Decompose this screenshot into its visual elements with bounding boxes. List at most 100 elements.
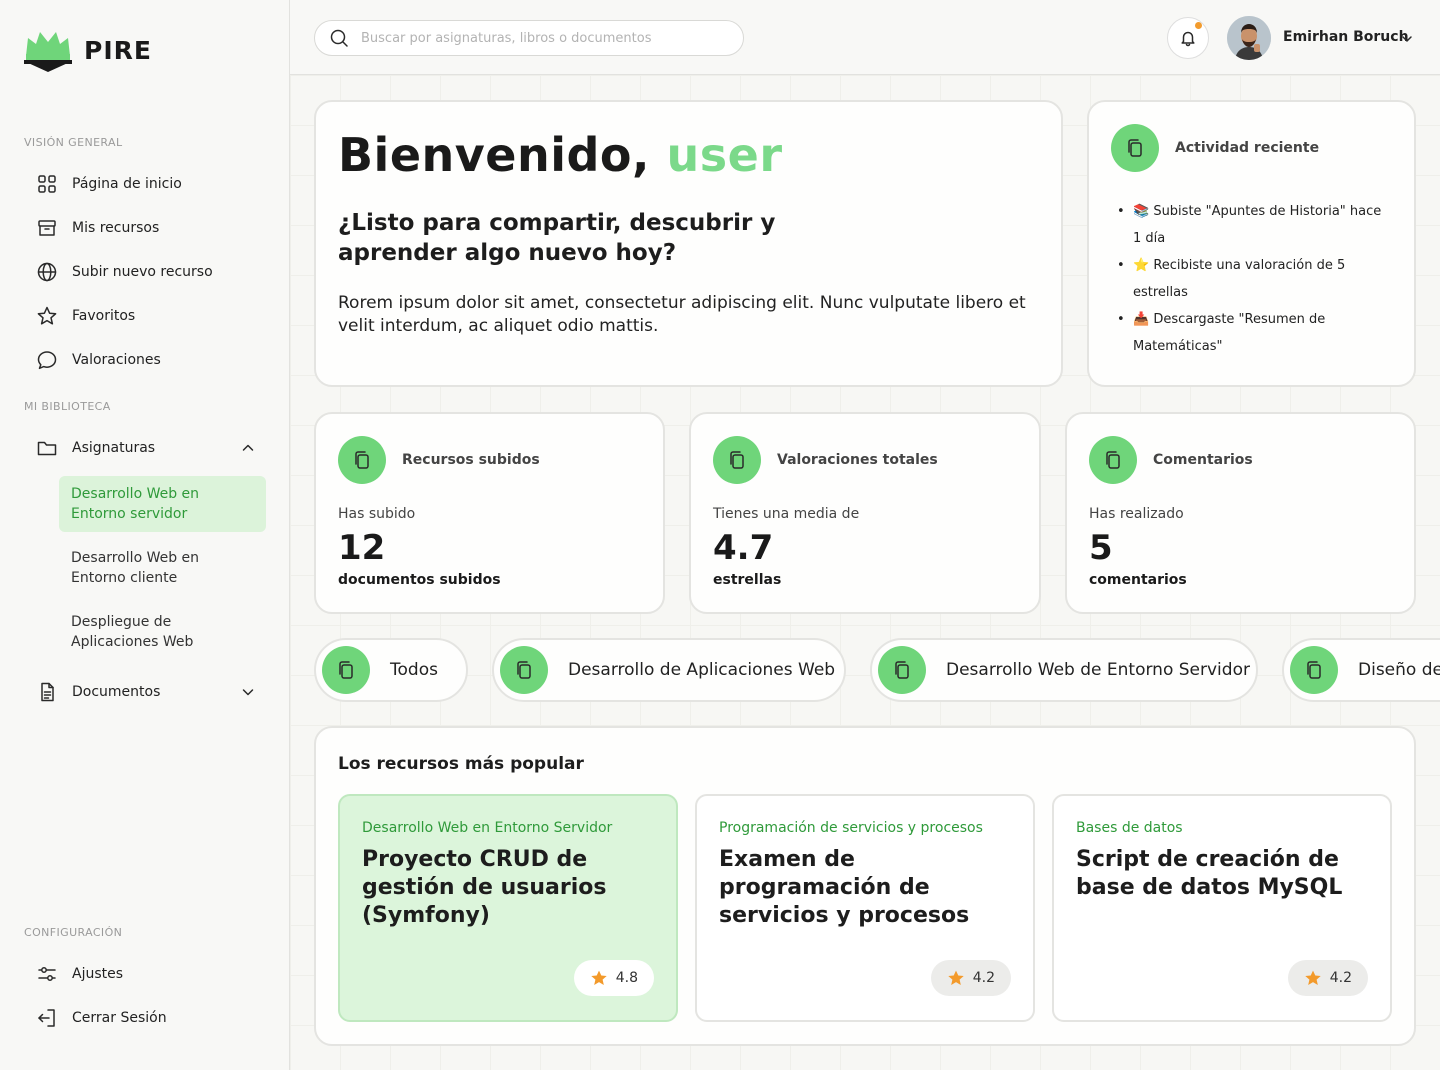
rating-value: 4.2 xyxy=(1329,970,1352,986)
resource-card[interactable]: Programación de servicios y procesos Exa… xyxy=(695,794,1035,1022)
filter-pill-dwes[interactable]: Desarrollo Web de Entorno Servidor xyxy=(870,638,1258,702)
pill-label: Diseño de xyxy=(1358,660,1440,680)
section-overview-title: VISIÓN GENERAL xyxy=(24,136,123,149)
resource-title: Script de creación de base de datos MySQ… xyxy=(1076,847,1343,900)
document-icon xyxy=(41,682,54,702)
rating-badge: 4.2 xyxy=(1287,960,1368,996)
sidebar-item-home[interactable]: Página de inicio xyxy=(36,172,182,196)
stat-icon-circle xyxy=(1089,436,1137,484)
copy-icon xyxy=(1106,451,1120,469)
popular-resources-panel: Los recursos más popular Desarrollo Web … xyxy=(314,726,1416,1046)
pill-icon-circle xyxy=(1290,646,1338,694)
subject-item-client[interactable]: Desarrollo Web en Entorno cliente xyxy=(59,540,266,596)
sidebar-item-label: Documentos xyxy=(72,684,161,700)
sidebar-item-my-resources[interactable]: Mis recursos xyxy=(36,216,159,240)
filter-pill-daw[interactable]: Desarrollo de Aplicaciones Web xyxy=(492,638,846,702)
notification-dot xyxy=(1195,22,1202,29)
sidebar-item-settings[interactable]: Ajustes xyxy=(36,962,123,986)
logo[interactable]: PIRE xyxy=(24,28,152,72)
sidebar-item-label: Asignaturas xyxy=(72,440,156,456)
subject-item-deploy[interactable]: Despliegue de Aplicaciones Web xyxy=(59,604,266,660)
filter-pill-all[interactable]: Todos xyxy=(314,638,468,702)
resource-title: Proyecto CRUD de gestión de usuarios (Sy… xyxy=(362,847,607,928)
stat-value: 5 xyxy=(1089,528,1113,568)
stat-title: Comentarios xyxy=(1153,452,1253,468)
sidebar-item-upload[interactable]: Subir nuevo recurso xyxy=(36,260,213,284)
stat-card-uploads: Recursos subidos Has subido 12 documento… xyxy=(314,412,665,614)
stat-title: Recursos subidos xyxy=(402,452,540,468)
sidebar-item-label: Subir nuevo recurso xyxy=(72,264,213,280)
welcome-heading: Bienvenido, user xyxy=(338,128,783,182)
star-filled-icon xyxy=(948,970,964,985)
sidebar-item-label: Favoritos xyxy=(72,308,136,324)
chevron-down-icon[interactable] xyxy=(240,684,256,700)
activity-list: 📚 Subiste "Apuntes de Historia" hace 1 d… xyxy=(1117,198,1387,360)
welcome-username: user xyxy=(666,128,783,182)
copy-icon xyxy=(339,661,353,679)
sidebar-item-favorites[interactable]: Favoritos xyxy=(36,304,135,328)
sidebar: PIRE VISIÓN GENERAL Página de inicio Mis… xyxy=(0,0,290,1070)
search-placeholder: Buscar por asignaturas, libros o documen… xyxy=(361,30,652,46)
stat-unit: comentarios xyxy=(1089,572,1187,588)
activity-icon-circle xyxy=(1111,124,1159,172)
stat-header: Comentarios xyxy=(1089,436,1253,484)
activity-item: 📥 Descargaste "Resumen de Matemáticas" xyxy=(1117,306,1387,360)
stat-header: Recursos subidos xyxy=(338,436,540,484)
avatar[interactable] xyxy=(1227,16,1271,60)
activity-card: Actividad reciente 📚 Subiste "Apuntes de… xyxy=(1087,100,1416,387)
activity-item: ⭐ Recibiste una valoración de 5 estrella… xyxy=(1117,252,1387,306)
stat-icon-circle xyxy=(338,436,386,484)
stat-value: 4.7 xyxy=(713,528,774,568)
sidebar-item-documents[interactable]: Documentos xyxy=(36,680,256,704)
sidebar-item-label: Cerrar Sesión xyxy=(72,1010,167,1026)
sliders-icon xyxy=(38,967,56,981)
resource-title: Examen de programación de servicios y pr… xyxy=(719,847,970,928)
resource-card[interactable]: Bases de datos Script de creación de bas… xyxy=(1052,794,1392,1022)
resource-category: Desarrollo Web en Entorno Servidor xyxy=(362,820,613,836)
subject-item-server[interactable]: Desarrollo Web en Entorno servidor xyxy=(59,476,266,532)
rating-value: 4.8 xyxy=(615,970,638,986)
chevron-down-icon[interactable] xyxy=(1400,32,1414,46)
filter-pill-design[interactable]: Diseño de xyxy=(1282,638,1440,702)
notifications-button[interactable] xyxy=(1167,17,1209,59)
copy-icon xyxy=(730,451,744,469)
pill-label: Todos xyxy=(390,660,438,680)
stat-pre: Has realizado xyxy=(1089,506,1184,522)
grid-icon xyxy=(38,175,56,193)
sidebar-item-label: Mis recursos xyxy=(72,220,160,236)
user-name[interactable]: Emirhan Boruch xyxy=(1283,29,1409,45)
bell-icon xyxy=(1181,31,1195,47)
activity-item: 📚 Subiste "Apuntes de Historia" hace 1 d… xyxy=(1117,198,1387,252)
logout-icon xyxy=(38,1009,55,1027)
welcome-subtitle: ¿Listo para compartir, descubrir y apren… xyxy=(338,210,776,266)
stat-card-ratings: Valoraciones totales Tienes una media de… xyxy=(689,412,1041,614)
resource-card[interactable]: Desarrollo Web en Entorno Servidor Proye… xyxy=(338,794,678,1022)
resource-category: Bases de datos xyxy=(1076,820,1183,836)
pill-icon-circle xyxy=(500,646,548,694)
welcome-body: Rorem ipsum dolor sit amet, consectetur … xyxy=(338,293,1026,336)
chevron-up-icon[interactable] xyxy=(240,440,256,456)
search-input[interactable]: Buscar por asignaturas, libros o documen… xyxy=(314,20,744,56)
resource-category: Programación de servicios y procesos xyxy=(719,820,983,836)
stat-title: Valoraciones totales xyxy=(777,452,938,468)
sidebar-item-subjects[interactable]: Asignaturas xyxy=(36,436,256,460)
section-config-title: CONFIGURACIÓN xyxy=(24,926,123,939)
sidebar-item-ratings[interactable]: Valoraciones xyxy=(36,348,161,372)
sidebar-item-logout[interactable]: Cerrar Sesión xyxy=(36,1006,167,1030)
stat-unit: estrellas xyxy=(713,572,782,588)
main-content: Bienvenido, user ¿Listo para compartir, … xyxy=(290,75,1440,1070)
star-icon xyxy=(37,306,57,325)
sidebar-item-label: Valoraciones xyxy=(72,352,161,368)
folder-icon xyxy=(37,441,57,456)
pill-icon-circle xyxy=(322,646,370,694)
pill-icon-circle xyxy=(878,646,926,694)
globe-icon xyxy=(37,262,57,282)
chat-bubble-icon xyxy=(37,351,57,370)
welcome-card: Bienvenido, user ¿Listo para compartir, … xyxy=(314,100,1063,387)
copy-icon xyxy=(1128,139,1142,157)
archive-icon xyxy=(38,220,56,236)
stat-icon-circle xyxy=(713,436,761,484)
search-icon xyxy=(330,29,348,47)
copy-icon xyxy=(1307,661,1321,679)
sidebar-item-label: Ajustes xyxy=(72,966,124,982)
